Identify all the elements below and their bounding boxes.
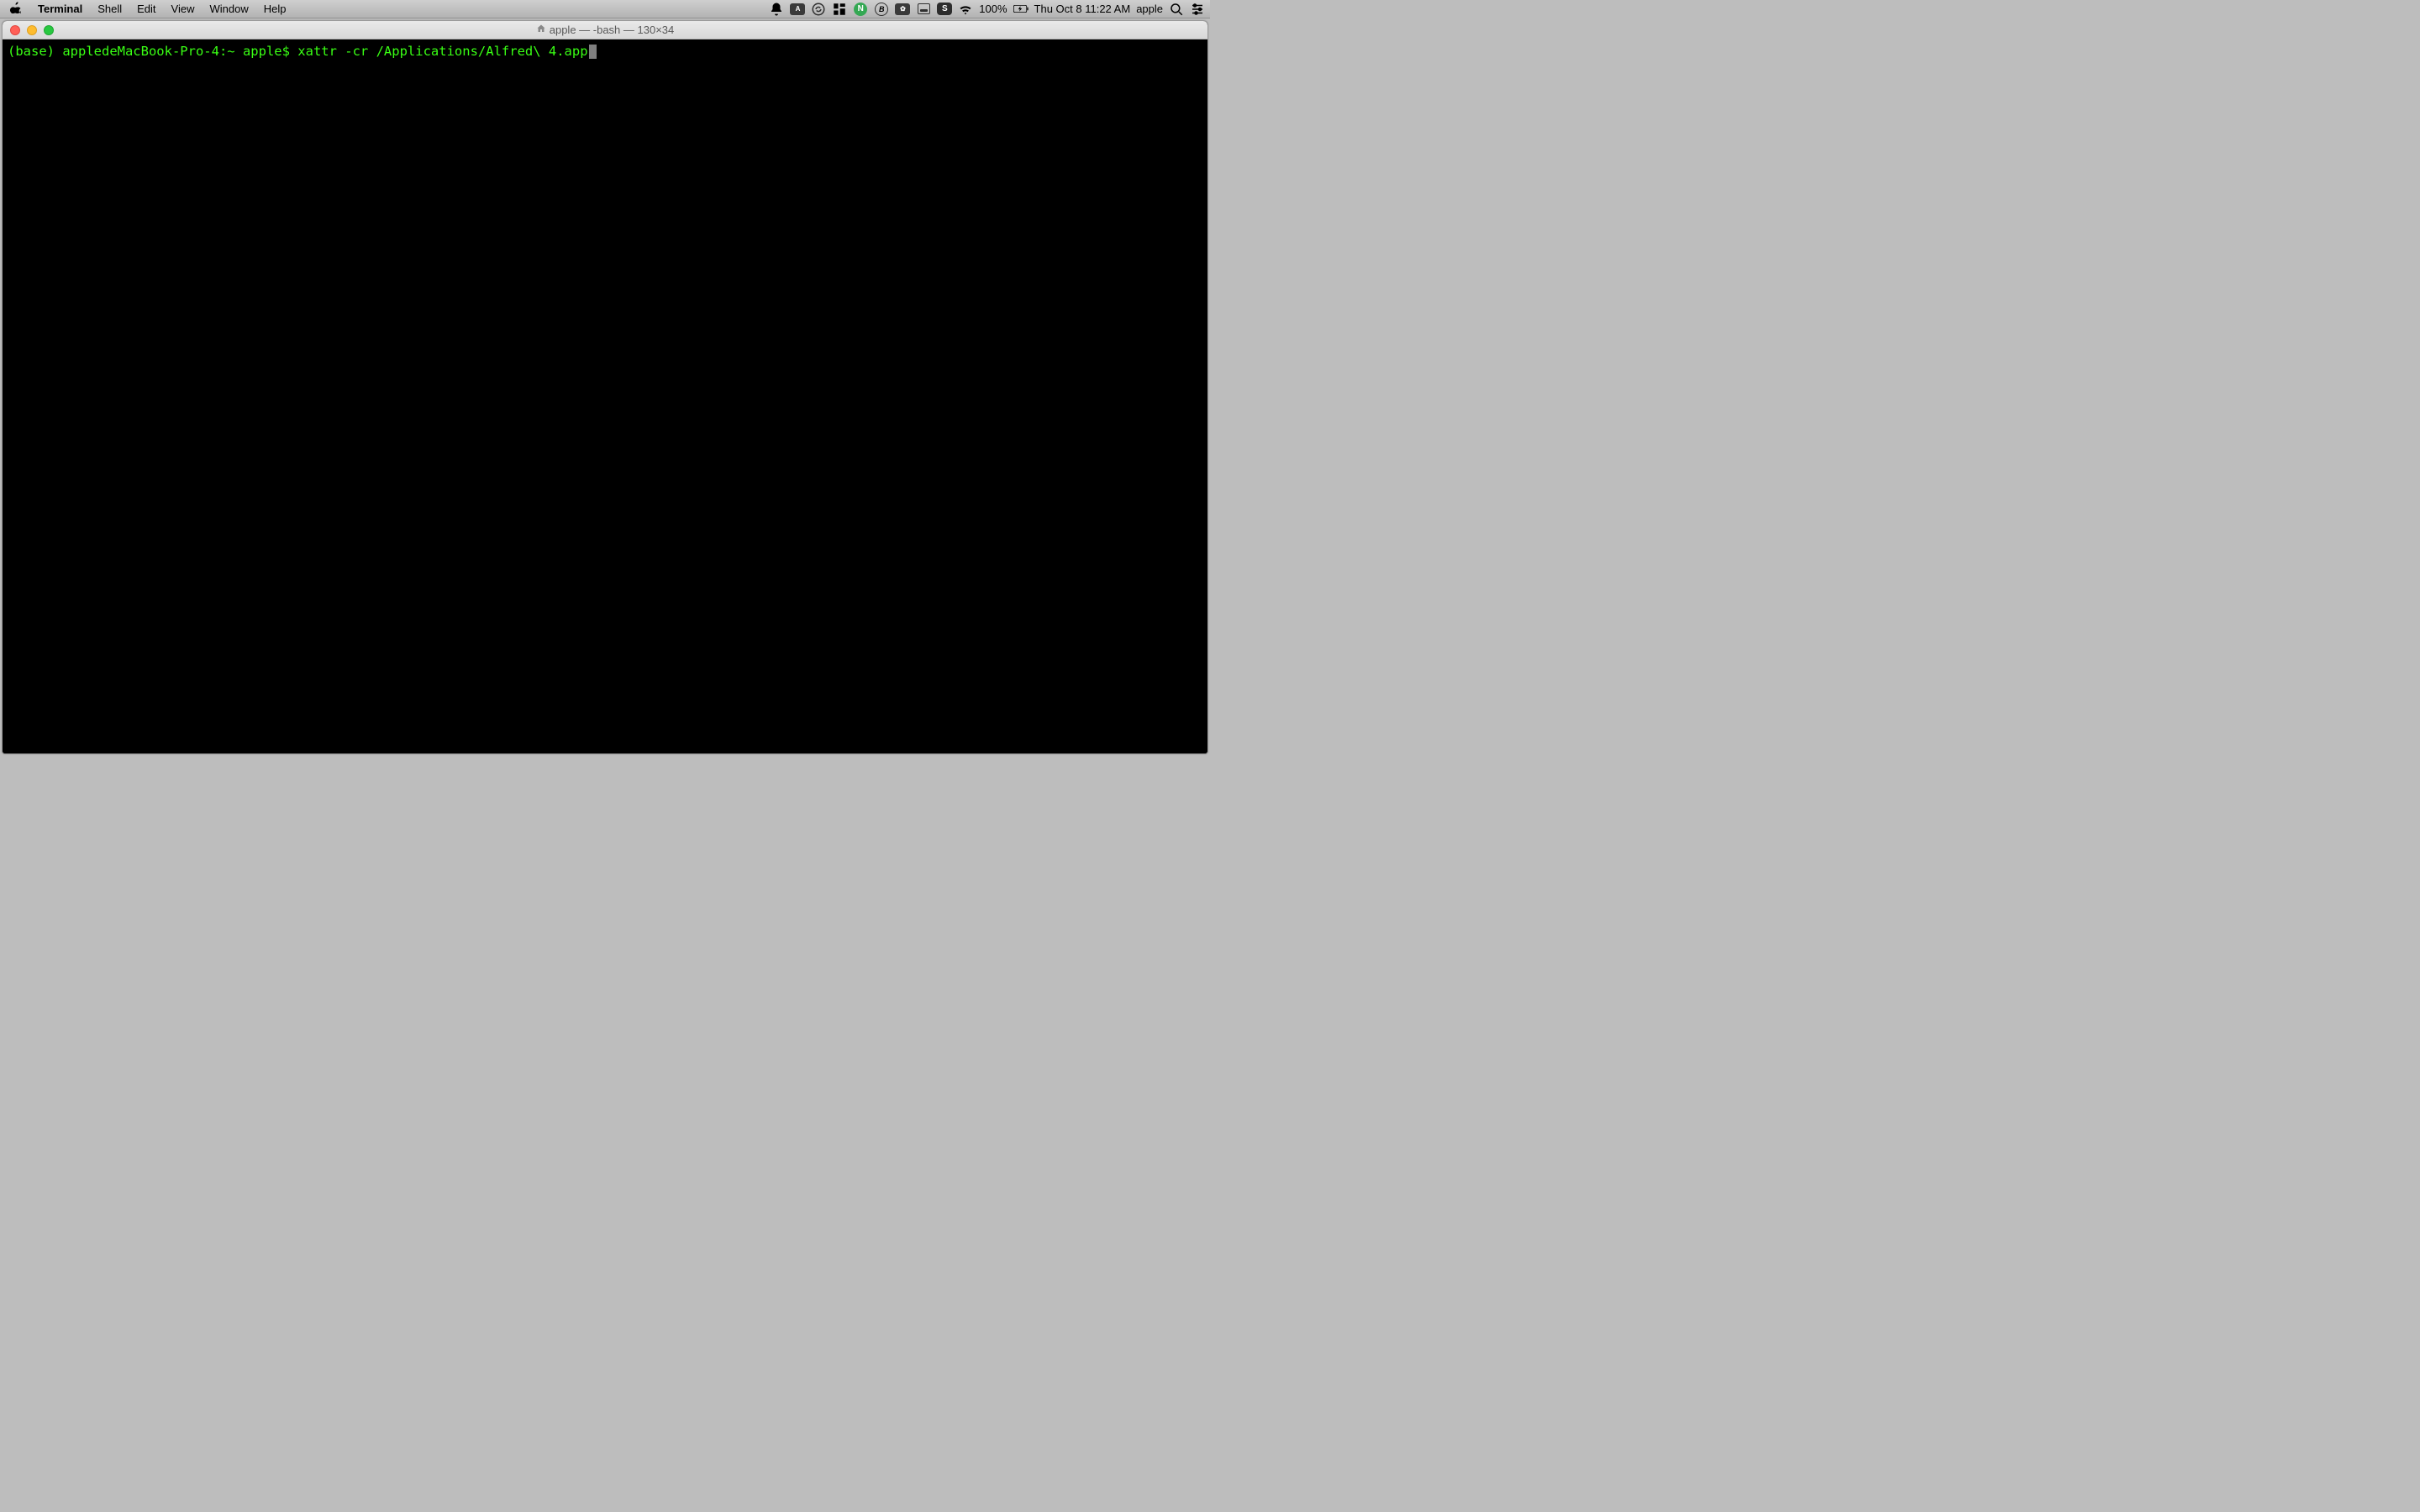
terminal-cursor <box>589 45 597 59</box>
control-center-icon[interactable] <box>1190 2 1205 17</box>
minimize-button[interactable] <box>27 25 37 35</box>
zoom-button[interactable] <box>44 25 54 35</box>
close-button[interactable] <box>10 25 20 35</box>
menu-app-name[interactable]: Terminal <box>30 0 90 18</box>
menu-shell[interactable]: Shell <box>90 0 129 18</box>
macos-menubar: Terminal Shell Edit View Window Help A N… <box>0 0 1210 18</box>
input-source-icon[interactable]: A <box>790 2 805 17</box>
clock[interactable]: Thu Oct 8 11:22 AM <box>1034 0 1131 18</box>
wifi-icon[interactable] <box>958 2 973 17</box>
window-title: apple — -bash — 130×34 <box>3 24 1207 36</box>
menubar-right: A N B ✿ S 100% Thu Oct 8 11:22 AM <box>769 0 1210 18</box>
battery-percentage[interactable]: 100% <box>979 0 1007 18</box>
window-title-text: apple — -bash — 130×34 <box>550 24 675 36</box>
terminal-window: apple — -bash — 130×34 (base) appledeMac… <box>2 20 1208 754</box>
menu-edit[interactable]: Edit <box>129 0 163 18</box>
user-menu[interactable]: apple <box>1136 0 1163 18</box>
display-icon[interactable] <box>916 2 931 17</box>
window-traffic-lights <box>3 25 54 35</box>
bartender-icon[interactable]: B <box>874 2 889 17</box>
apple-menu[interactable] <box>0 2 30 16</box>
decor-app-icon[interactable]: ✿ <box>895 2 910 17</box>
grid-app-icon[interactable] <box>832 2 847 17</box>
terminal-command: xattr -cr /Applications/Alfred\ 4.app <box>297 44 587 59</box>
notification-bell-icon[interactable] <box>769 2 784 17</box>
apple-logo-icon <box>10 2 22 16</box>
home-folder-icon <box>536 24 546 36</box>
sync-icon[interactable] <box>811 2 826 17</box>
battery-charging-icon[interactable] <box>1013 2 1028 17</box>
menubar-left: Terminal Shell Edit View Window Help <box>0 0 294 18</box>
terminal-viewport[interactable]: (base) appledeMacBook-Pro-4:~ apple$ xat… <box>3 39 1207 753</box>
sogou-input-icon[interactable]: S <box>937 2 952 17</box>
menu-help[interactable]: Help <box>256 0 294 18</box>
terminal-prompt: (base) appledeMacBook-Pro-4:~ apple$ <box>8 44 297 59</box>
window-titlebar[interactable]: apple — -bash — 130×34 <box>3 21 1207 39</box>
menu-window[interactable]: Window <box>203 0 256 18</box>
spotlight-search-icon[interactable] <box>1169 2 1184 17</box>
menu-view[interactable]: View <box>164 0 203 18</box>
green-app-icon[interactable]: N <box>853 2 868 17</box>
